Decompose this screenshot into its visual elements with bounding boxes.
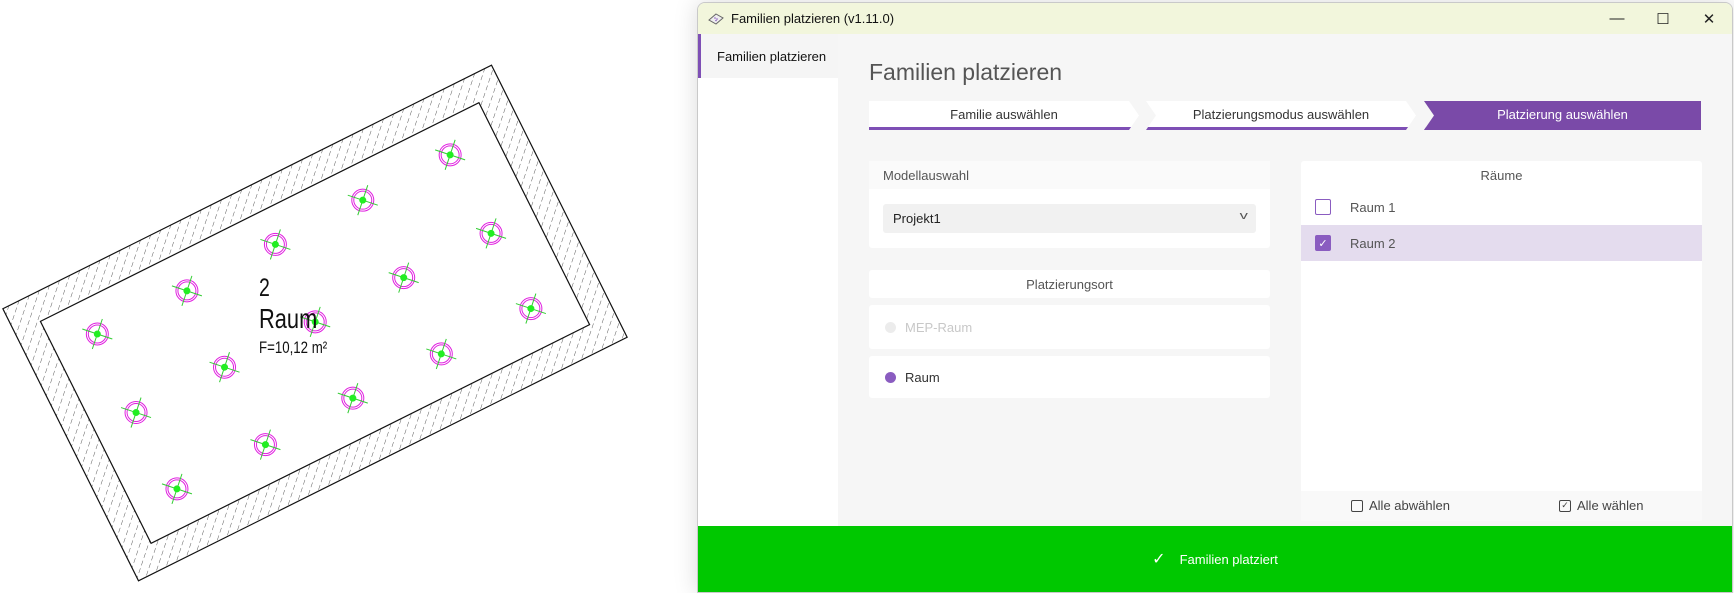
model-selection-card: Modellauswahl Projekt1 v [869,161,1270,248]
deselect-all-button[interactable]: Alle abwählen [1351,498,1450,513]
page-title: Familien platzieren [869,59,1063,85]
status-bar-success[interactable]: ✓ Familien platziert [698,526,1732,592]
maximize-button[interactable]: ☐ [1640,3,1686,34]
select-all-button[interactable]: ✓ Alle wählen [1559,498,1644,513]
radio-unselected-icon [885,321,896,333]
option-raum[interactable]: Raum [869,356,1270,398]
minimize-icon: — [1609,10,1625,27]
checkbox-unchecked-icon[interactable] [1315,199,1331,215]
step-label: Platzierung auswählen [1497,106,1628,122]
rooms-header: Räume [1480,167,1523,183]
rooms-footer: Alle abwählen ✓ Alle wählen [1301,491,1702,521]
maximize-icon: ☐ [1656,10,1670,28]
minimize-button[interactable]: — [1594,3,1640,34]
app-logo-icon [708,12,724,25]
close-icon: ✕ [1702,10,1716,28]
room-number: 2 [259,274,270,302]
title-bar[interactable]: Familien platzieren (v1.11.0) — ☐ ✕ [698,3,1732,34]
chevron-down-icon: v [1239,210,1248,222]
app-window: Familien platzieren (v1.11.0) — ☐ ✕ Fami… [697,2,1733,593]
placement-location-header: Platzierungsort [1026,276,1113,292]
room-label: Raum 2 [1350,235,1396,251]
check-icon: ✓ [1152,551,1166,568]
sidebar: Familien platzieren [698,34,838,526]
room-row-raum-1[interactable]: Raum 1 [1301,189,1702,225]
room-row-raum-2[interactable]: ✓ Raum 2 [1301,225,1702,261]
room-area: F=10,12 m² [259,338,328,357]
sidebar-item-familien-platzieren[interactable]: Familien platzieren [698,34,838,78]
step-label: Familie auswählen [950,106,1058,122]
model-dropdown-value: Projekt1 [893,211,941,226]
status-label: Familien platziert [1179,551,1278,567]
select-all-label: Alle wählen [1577,498,1644,513]
rooms-panel: Räume Raum 1 ✓ Raum 2 Alle abwählen ✓ Al… [1301,161,1702,521]
sidebar-item-label: Familien platzieren [717,48,827,64]
room-label: Raum 1 [1350,199,1396,215]
step-label: Platzierungsmodus auswählen [1192,106,1370,122]
checkbox-checked-icon[interactable]: ✓ [1315,235,1331,251]
checkbox-check-icon: ✓ [1559,499,1571,512]
step-platzierung-auswaehlen[interactable]: Platzierung auswählen [1424,101,1701,130]
option-label: MEP-Raum [905,319,973,335]
placement-location-header-card: Platzierungsort [869,270,1270,298]
radio-selected-icon [885,371,896,383]
deselect-all-label: Alle abwählen [1369,498,1450,513]
option-label: Raum [905,369,940,385]
step-familie-auswaehlen[interactable]: Familie auswählen [869,101,1139,130]
step-platzierungsmodus-auswaehlen[interactable]: Platzierungsmodus auswählen [1146,101,1416,130]
model-dropdown[interactable]: Projekt1 v [883,204,1256,233]
floor-plan-drawing [2,64,628,582]
room-name: Raum [259,303,318,334]
window-title: Familien platzieren (v1.11.0) [731,11,895,26]
close-button[interactable]: ✕ [1686,3,1732,34]
option-mep-raum: MEP-Raum [869,305,1270,349]
model-selection-header: Modellauswahl [869,161,1270,189]
checkbox-empty-icon [1351,499,1363,512]
